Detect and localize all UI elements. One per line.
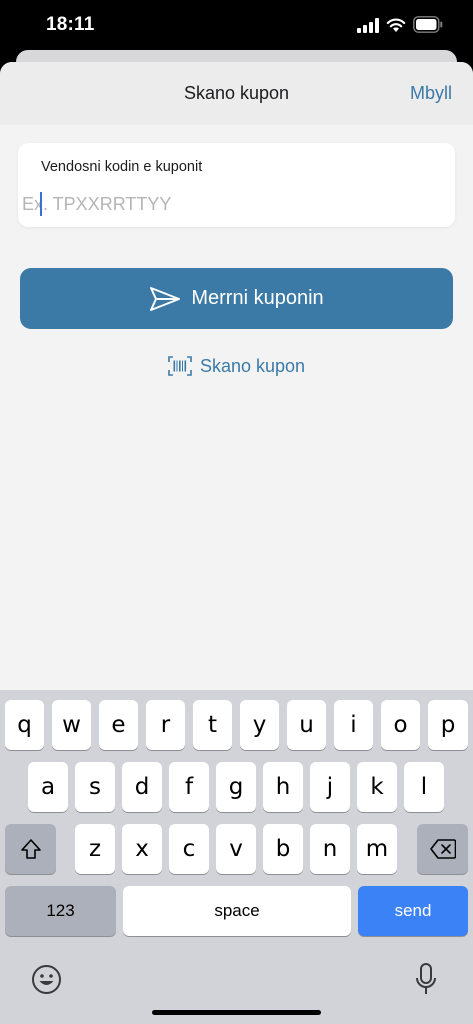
key-h[interactable]: h bbox=[263, 762, 303, 812]
key-i[interactable]: i bbox=[334, 700, 373, 750]
key-k[interactable]: k bbox=[357, 762, 397, 812]
key-g[interactable]: g bbox=[216, 762, 256, 812]
key-n[interactable]: n bbox=[310, 824, 350, 874]
scan-coupon-button[interactable]: Skano kupon bbox=[0, 354, 473, 378]
nav-header: Skano kupon Mbyll bbox=[0, 62, 473, 125]
key-v[interactable]: v bbox=[216, 824, 256, 874]
get-coupon-label: Merrni kuponin bbox=[191, 287, 324, 309]
key-a[interactable]: a bbox=[28, 762, 68, 812]
text-caret bbox=[40, 192, 42, 216]
send-key[interactable]: send bbox=[358, 886, 468, 936]
shift-icon bbox=[20, 839, 41, 859]
page-title: Skano kupon bbox=[183, 83, 290, 103]
key-s[interactable]: s bbox=[75, 762, 115, 812]
get-coupon-button[interactable]: Merrni kuponin bbox=[20, 268, 453, 329]
close-button[interactable]: Mbyll bbox=[410, 83, 452, 104]
coupon-code-input[interactable] bbox=[22, 190, 422, 218]
key-z[interactable]: z bbox=[75, 824, 115, 874]
wifi-icon bbox=[386, 18, 406, 32]
key-l[interactable]: l bbox=[404, 762, 444, 812]
home-indicator bbox=[152, 1010, 321, 1015]
shift-key[interactable] bbox=[5, 824, 56, 874]
key-q[interactable]: q bbox=[5, 700, 44, 750]
key-e[interactable]: e bbox=[99, 700, 138, 750]
status-bar: 18:11 bbox=[0, 0, 473, 54]
key-m[interactable]: m bbox=[357, 824, 397, 874]
microphone-icon[interactable] bbox=[415, 963, 437, 996]
key-t[interactable]: t bbox=[193, 700, 232, 750]
status-time: 18:11 bbox=[46, 14, 95, 35]
key-c[interactable]: c bbox=[169, 824, 209, 874]
backspace-key[interactable] bbox=[417, 824, 468, 874]
key-x[interactable]: x bbox=[122, 824, 162, 874]
coupon-code-label: Vendosni kodin e kuponit bbox=[41, 159, 203, 175]
battery-icon bbox=[413, 16, 443, 33]
key-r[interactable]: r bbox=[146, 700, 185, 750]
key-w[interactable]: w bbox=[52, 700, 91, 750]
key-j[interactable]: j bbox=[310, 762, 350, 812]
key-u[interactable]: u bbox=[287, 700, 326, 750]
key-y[interactable]: y bbox=[240, 700, 279, 750]
key-f[interactable]: f bbox=[169, 762, 209, 812]
key-p[interactable]: p bbox=[428, 700, 468, 750]
key-d[interactable]: d bbox=[122, 762, 162, 812]
key-b[interactable]: b bbox=[263, 824, 303, 874]
on-screen-keyboard: q w e r t y u i o p a s d f g h j k l z … bbox=[0, 690, 473, 1024]
barcode-icon bbox=[168, 356, 192, 376]
scan-coupon-label: Skano kupon bbox=[199, 355, 306, 376]
send-icon bbox=[150, 286, 181, 311]
backspace-icon bbox=[429, 839, 456, 859]
key-o[interactable]: o bbox=[381, 700, 420, 750]
space-key[interactable]: space bbox=[123, 886, 351, 936]
numbers-key[interactable]: 123 bbox=[5, 886, 116, 936]
emoji-icon[interactable] bbox=[31, 964, 62, 995]
signal-icon bbox=[357, 18, 379, 33]
